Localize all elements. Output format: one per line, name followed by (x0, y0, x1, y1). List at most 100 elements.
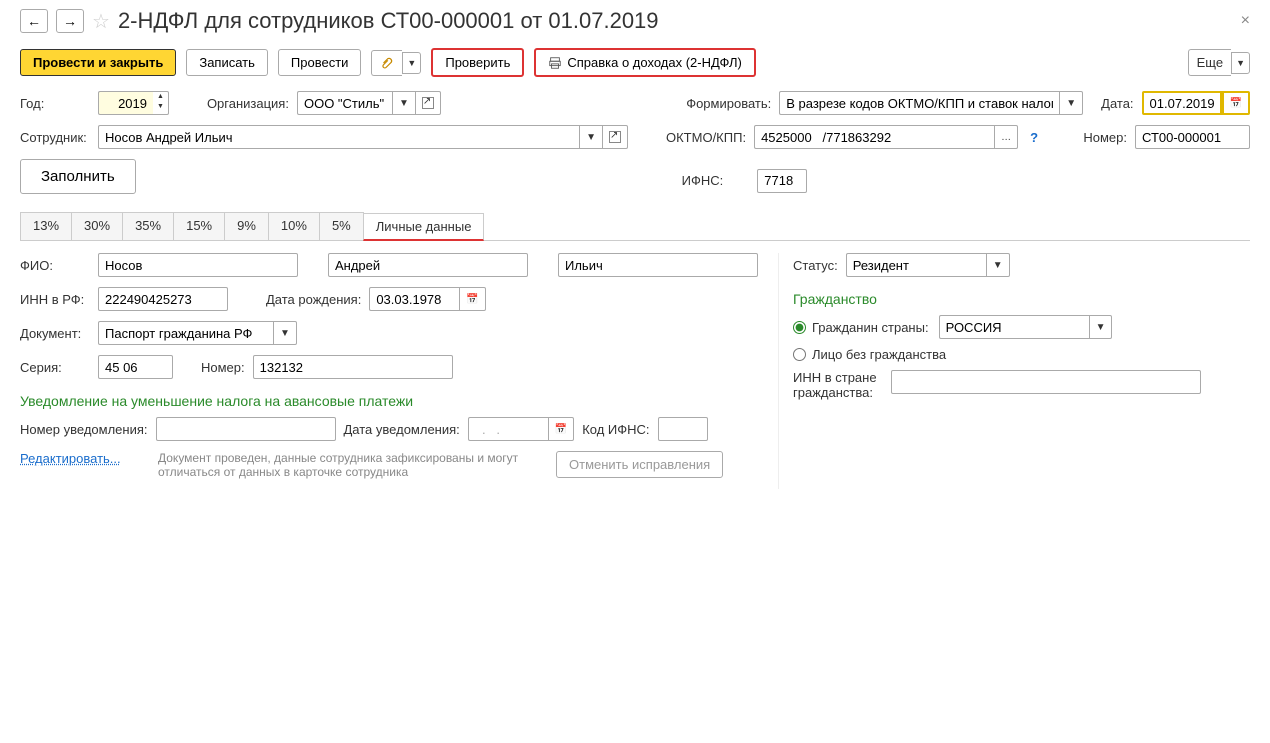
dob-label: Дата рождения: (266, 292, 361, 307)
check-button[interactable]: Проверить (431, 48, 524, 77)
surname-input[interactable] (98, 253, 298, 277)
chevron-down-icon[interactable]: ▼ (1231, 52, 1250, 74)
ifns-input[interactable] (757, 169, 807, 193)
chevron-down-icon[interactable]: ▼ (986, 253, 1010, 277)
date-input-group: 📅 (1142, 91, 1250, 115)
tab-5[interactable]: 5% (319, 212, 364, 240)
chevron-down-icon[interactable]: ▼ (1059, 91, 1083, 115)
org-input[interactable] (297, 91, 392, 115)
form-mode-input[interactable] (779, 91, 1059, 115)
notice-num-label: Номер уведомления: (20, 422, 148, 437)
open-external-icon[interactable] (415, 91, 441, 115)
ellipsis-icon[interactable]: … (994, 125, 1018, 149)
chevron-up-icon[interactable]: ▲ (153, 92, 168, 102)
year-input[interactable] (98, 91, 153, 115)
status-label: Статус: (793, 258, 838, 273)
fill-button[interactable]: Заполнить (20, 159, 136, 194)
open-external-icon[interactable] (602, 125, 628, 149)
calendar-icon[interactable]: 📅 (459, 287, 485, 311)
employee-label: Сотрудник: (20, 130, 90, 145)
header-row: ← → ☆ 2-НДФЛ для сотрудников СТ00-000001… (20, 8, 1250, 34)
chevron-down-icon[interactable]: ▼ (153, 102, 168, 112)
notice-ifns-input[interactable] (658, 417, 708, 441)
ifns-label: ИФНС: (682, 173, 724, 188)
inn-label: ИНН в РФ: (20, 292, 90, 307)
tab-10[interactable]: 10% (268, 212, 320, 240)
org-input-group: ▼ (297, 91, 441, 115)
chevron-down-icon[interactable]: ▼ (392, 91, 415, 115)
employee-input[interactable] (98, 125, 579, 149)
country-input[interactable] (939, 315, 1089, 339)
number-input[interactable] (1135, 125, 1250, 149)
page-title: 2-НДФЛ для сотрудников СТ00-000001 от 01… (118, 8, 659, 34)
notice-section-title: Уведомление на уменьшение налога на аван… (20, 393, 758, 409)
stateless-radio-row: Лицо без гражданства (793, 347, 1250, 362)
notice-date-input[interactable] (468, 417, 548, 441)
doc-input[interactable] (98, 321, 273, 345)
tab-35[interactable]: 35% (122, 212, 174, 240)
post-and-close-button[interactable]: Провести и закрыть (20, 49, 176, 76)
edit-link[interactable]: Редактировать... (20, 451, 150, 466)
form-mode-group: ▼ (779, 91, 1083, 115)
nav-back-button[interactable]: ← (20, 9, 48, 33)
content-grid: ФИО: ИНН в РФ: Дата рождения: 📅 Документ… (20, 253, 1250, 489)
notice-date-label: Дата уведомления: (344, 422, 460, 437)
name-input[interactable] (328, 253, 528, 277)
chevron-down-icon[interactable]: ▼ (402, 52, 421, 74)
income-report-button[interactable]: Справка о доходах (2-НДФЛ) (534, 48, 755, 77)
tab-personal-data[interactable]: Личные данные (363, 213, 485, 241)
status-input[interactable] (846, 253, 986, 277)
stateless-label: Лицо без гражданства (812, 347, 946, 362)
right-column: Статус: ▼ Гражданство Гражданин страны: … (778, 253, 1250, 489)
foreign-inn-input[interactable] (891, 370, 1201, 394)
oktmo-label: ОКТМО/КПП: (666, 130, 746, 145)
nav-forward-button[interactable]: → (56, 9, 84, 33)
date-input[interactable] (1142, 91, 1222, 115)
cancel-changes-button[interactable]: Отменить исправления (556, 451, 723, 478)
tab-13[interactable]: 13% (20, 212, 72, 240)
citizen-radio[interactable] (793, 321, 806, 334)
chevron-down-icon[interactable]: ▼ (579, 125, 602, 149)
close-icon[interactable]: × (1241, 12, 1250, 30)
toolbar: Провести и закрыть Записать Провести ▼ П… (20, 48, 1250, 77)
tab-15[interactable]: 15% (173, 212, 225, 240)
favorite-star-icon[interactable]: ☆ (92, 9, 110, 34)
attachment-split-button[interactable]: ▼ (371, 50, 421, 76)
number-label: Номер: (1083, 130, 1127, 145)
more-label: Еще (1188, 49, 1231, 76)
save-button[interactable]: Записать (186, 49, 268, 76)
chevron-down-icon[interactable]: ▼ (273, 321, 297, 345)
tab-30[interactable]: 30% (71, 212, 123, 240)
form-row-2: Сотрудник: ▼ ОКТМО/КПП: … ? Номер: (20, 125, 1250, 149)
oktmo-input-group: … (754, 125, 1018, 149)
foreign-inn-label: ИНН в стране гражданства: (793, 370, 883, 400)
help-icon[interactable]: ? (1030, 130, 1038, 145)
paperclip-icon (371, 50, 402, 76)
form-row-3: Заполнить ИФНС: (20, 159, 1250, 202)
employee-input-group: ▼ (98, 125, 628, 149)
calendar-icon[interactable]: 📅 (1222, 91, 1250, 115)
citizen-radio-row: Гражданин страны: ▼ (793, 315, 1250, 339)
citizen-label: Гражданин страны: (812, 320, 929, 335)
patronymic-input[interactable] (558, 253, 758, 277)
stateless-radio[interactable] (793, 348, 806, 361)
inn-input[interactable] (98, 287, 228, 311)
fixed-data-note: Документ проведен, данные сотрудника заф… (158, 451, 548, 479)
chevron-down-icon[interactable]: ▼ (1089, 315, 1113, 339)
calendar-icon[interactable]: 📅 (548, 417, 574, 441)
more-button[interactable]: Еще ▼ (1188, 49, 1250, 76)
form-row-1: Год: ▲▼ Организация: ▼ Формировать: ▼ Да… (20, 91, 1250, 115)
fio-label: ФИО: (20, 258, 90, 273)
notice-num-input[interactable] (156, 417, 336, 441)
series-input[interactable] (98, 355, 173, 379)
dob-input[interactable] (369, 287, 459, 311)
post-button[interactable]: Провести (278, 49, 362, 76)
year-input-group: ▲▼ (98, 91, 169, 115)
tabs: 13% 30% 35% 15% 9% 10% 5% Личные данные (20, 212, 1250, 241)
tab-9[interactable]: 9% (224, 212, 269, 240)
year-label: Год: (20, 96, 90, 111)
oktmo-input[interactable] (754, 125, 994, 149)
docnum-input[interactable] (253, 355, 453, 379)
doc-label: Документ: (20, 326, 90, 341)
year-spinner[interactable]: ▲▼ (153, 91, 169, 115)
